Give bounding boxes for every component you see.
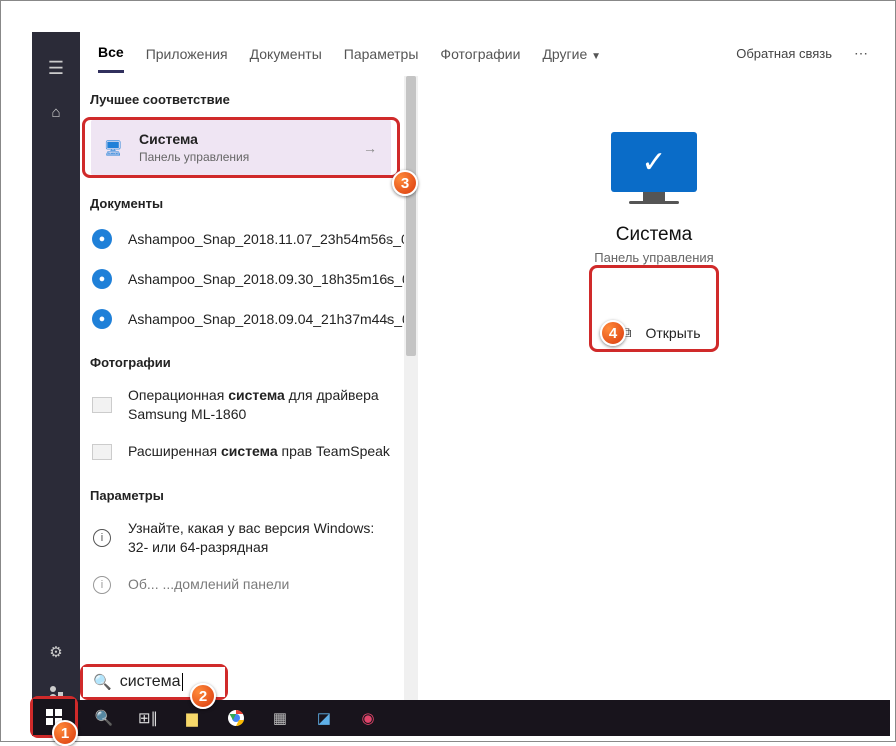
photo-icon: [90, 393, 114, 417]
chevron-right-icon[interactable]: ›: [381, 311, 394, 327]
filter-tabs: Все Приложения Документы Параметры Фотог…: [80, 32, 890, 76]
tab-all[interactable]: Все: [98, 34, 124, 73]
result-text: Расширенная система прав TeamSpeak: [128, 442, 394, 461]
results-list: Лучшее соответствие 🖥 Система Панель упр…: [80, 76, 418, 712]
result-truncated[interactable]: i Об... ...домлений панели: [80, 565, 404, 605]
result-param-0[interactable]: i Узнайте, какая у вас версия Windows: 3…: [80, 511, 404, 565]
system-preview-icon: ✓: [611, 132, 697, 192]
search-bar-area: 🔍 система: [80, 664, 420, 700]
group-photos: Фотографии: [80, 339, 404, 378]
callout-3: 3: [392, 170, 418, 196]
tab-photos[interactable]: Фотографии: [440, 36, 520, 72]
result-text: Об... ...домлений панели: [128, 575, 394, 594]
system-icon: 🖥: [101, 136, 125, 160]
calculator-icon[interactable]: ▦: [260, 700, 300, 736]
group-best-match: Лучшее соответствие: [80, 76, 404, 115]
result-doc-2[interactable]: ● Ashampoo_Snap_2018.09.04_21h37m44s_005…: [80, 299, 404, 339]
chevron-right-icon[interactable]: ›: [381, 271, 394, 287]
app-icon-1[interactable]: ◪: [304, 700, 344, 736]
taskbar-search-icon[interactable]: 🔍: [84, 700, 124, 736]
menu-icon[interactable]: ☰: [32, 44, 80, 92]
doc-icon: ●: [90, 307, 114, 331]
sidebar: ☰ ⌂ ⚙: [32, 32, 80, 712]
callout-2: 2: [190, 683, 216, 709]
result-doc-0[interactable]: ● Ashampoo_Snap_2018.11.07_23h54m56s_044…: [80, 219, 404, 259]
chrome-icon[interactable]: [216, 700, 256, 736]
result-text: Операционная система для драйвера Samsun…: [128, 386, 394, 424]
info-icon: i: [90, 526, 114, 550]
result-title: Система: [139, 130, 359, 149]
tab-docs[interactable]: Документы: [250, 36, 322, 72]
result-text: Ashampoo_Snap_2018.11.07_23h54m56s_044_С…: [128, 230, 381, 249]
search-value: система: [120, 673, 181, 691]
callout-1: 1: [52, 720, 78, 746]
info-icon: i: [90, 573, 114, 597]
taskbar: 🔍 ⊞∥ ▆ ▦ ◪ ◉: [32, 700, 890, 736]
settings-gear-icon[interactable]: ⚙: [32, 632, 80, 672]
tab-other[interactable]: Другие ▼: [542, 36, 601, 72]
chevron-right-icon[interactable]: ›: [381, 231, 394, 247]
result-system[interactable]: 🖥 Система Панель управления →: [91, 120, 391, 175]
chevron-right-icon[interactable]: →: [359, 140, 381, 156]
doc-icon: ●: [90, 267, 114, 291]
search-icon: 🔍: [93, 673, 112, 691]
group-documents: Документы: [80, 180, 404, 219]
tab-apps[interactable]: Приложения: [146, 36, 228, 72]
results-body: Лучшее соответствие 🖥 Система Панель упр…: [80, 76, 890, 712]
app-icon-2[interactable]: ◉: [348, 700, 388, 736]
search-window: ☰ ⌂ ⚙ Все Приложения Документы Параметры…: [32, 32, 890, 712]
result-doc-1[interactable]: ● Ashampoo_Snap_2018.09.30_18h35m16s_032…: [80, 259, 404, 299]
result-text: Ashampoo_Snap_2018.09.04_21h37m44s_005_С…: [128, 310, 381, 329]
annotation-highlight-3: 🖥 Система Панель управления →: [82, 117, 400, 178]
tab-params[interactable]: Параметры: [344, 36, 419, 72]
scrollbar-thumb[interactable]: [406, 76, 416, 356]
preview-title: Система: [616, 224, 693, 246]
preview-subtitle: Панель управления: [594, 250, 713, 265]
callout-4: 4: [600, 320, 626, 346]
photo-icon: [90, 440, 114, 464]
group-params: Параметры: [80, 472, 404, 511]
preview-pane: ✓ Система Панель управления ⧉ Открыть: [418, 76, 890, 712]
result-photo-1[interactable]: Расширенная система прав TeamSpeak: [80, 432, 404, 472]
more-icon[interactable]: ⋯: [854, 45, 870, 62]
result-photo-0[interactable]: Операционная система для драйвера Samsun…: [80, 378, 404, 432]
result-text: Ashampoo_Snap_2018.09.30_18h35m16s_032_С…: [128, 270, 381, 289]
task-view-icon[interactable]: ⊞∥: [128, 700, 168, 736]
home-icon[interactable]: ⌂: [32, 92, 80, 132]
doc-icon: ●: [90, 227, 114, 251]
result-subtitle: Панель управления: [139, 149, 359, 165]
result-text: Узнайте, какая у вас версия Windows: 32-…: [128, 519, 394, 557]
feedback-link[interactable]: Обратная связь: [736, 46, 832, 61]
open-label: Открыть: [646, 325, 701, 341]
main-area: Все Приложения Документы Параметры Фотог…: [80, 32, 890, 712]
